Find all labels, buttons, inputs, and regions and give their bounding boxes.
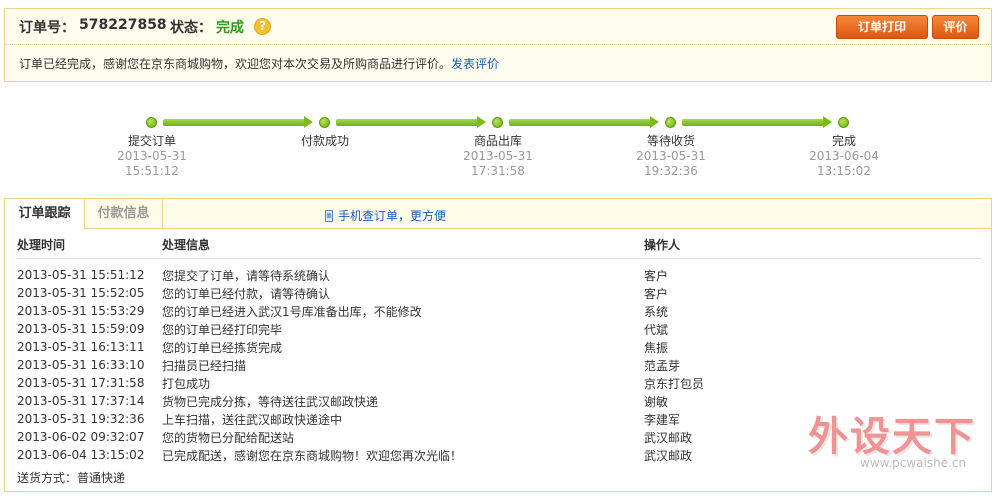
row-info: 您的订单已经进入武汉1号库准备出库，不能修改 [162, 304, 422, 319]
mobile-check-link[interactable]: 手机查订单，更方便 [325, 207, 446, 224]
mobile-check-link-text: 手机查订单，更方便 [338, 209, 447, 223]
table-spacer [17, 258, 981, 266]
row-time: 2013-05-31 16:13:11 [17, 340, 145, 354]
row-operator: 代斌 [644, 322, 669, 337]
step-dot-3 [492, 117, 503, 128]
tab-payment-info[interactable]: 付款信息 [85, 199, 163, 229]
status-message: 订单已经完成，感谢您在京东商城购物，欢迎您对本次交易及所购商品进行评价。发表评价 [19, 55, 499, 72]
row-operator: 焦振 [644, 340, 669, 355]
review-button[interactable]: 评价 [932, 15, 979, 39]
row-time: 2013-05-31 15:51:12 [17, 268, 145, 282]
tracking-table-header: 处理时间 处理信息 操作人 [17, 235, 981, 259]
row-info: 您的货物已分配给配送站 [162, 430, 295, 445]
row-info: 您提交了订单，请等待系统确认 [162, 268, 331, 283]
order-status-box: 订单号： 578227858 状态： 完成 ? 订单打印 评价 订单已经完成，感… [4, 8, 992, 82]
row-operator: 范孟芽 [644, 358, 681, 373]
print-order-button[interactable]: 订单打印 [836, 15, 928, 39]
header-time: 处理时间 [17, 235, 162, 259]
order-progress: 提交订单 2013-05-31 15:51:12 付款成功 商品出库 2013-… [0, 108, 1002, 188]
row-info: 您的订单已经付款，请等待确认 [162, 286, 331, 301]
step-dot-1 [146, 117, 157, 128]
row-time: 2013-05-31 15:59:09 [17, 322, 145, 336]
row-info: 上车扫描，送往武汉邮政快递途中 [162, 412, 343, 427]
row-info: 您的订单已经打印完毕 [162, 322, 283, 337]
step-time: 13:15:02 [817, 164, 871, 178]
mobile-phone-icon [325, 210, 333, 222]
step-name: 等待收货 [646, 134, 695, 148]
watermark-logo: 外设天下 [808, 414, 976, 460]
step-arrow-3 [509, 116, 659, 128]
row-info: 货物已完成分拣，等待送往武汉邮政快递 [162, 394, 379, 409]
step-arrow-4 [682, 116, 832, 128]
step-name: 提交订单 [127, 134, 176, 148]
header-operator: 操作人 [644, 235, 981, 259]
watermark-url: www.pcwaishe.cn [860, 456, 967, 470]
row-info: 扫描员已经扫描 [162, 358, 247, 373]
step-dot-2 [319, 117, 330, 128]
row-info: 您的订单已经拣货完成 [162, 340, 283, 355]
row-time: 2013-05-31 16:33:10 [17, 358, 145, 372]
table-row: 2013-05-31 16:33:10 扫描员已经扫描 范孟芽 [17, 356, 981, 374]
step-time: 15:51:12 [125, 164, 179, 178]
table-row: 2013-05-31 16:13:11 您的订单已经拣货完成 焦振 [17, 338, 981, 356]
step-time: 19:32:36 [644, 164, 698, 178]
row-operator: 系统 [644, 304, 669, 319]
tab-bar: 订单跟踪 付款信息 手机查订单，更方便 [5, 199, 991, 230]
step-time: 17:31:58 [471, 164, 525, 178]
help-icon[interactable]: ? [254, 18, 271, 35]
step-date: 2013-06-04 [809, 149, 879, 163]
row-time: 2013-05-31 17:37:14 [17, 394, 145, 408]
row-operator: 客户 [644, 268, 669, 283]
status-message-text: 订单已经完成，感谢您在京东商城购物，欢迎您对本次交易及所购商品进行评价。 [19, 57, 452, 71]
step-arrow-1 [163, 116, 313, 128]
table-row: 2013-05-31 15:53:29 您的订单已经进入武汉1号库准备出库，不能修… [17, 302, 981, 320]
order-state-value: 完成 [216, 20, 244, 36]
row-time: 2013-06-04 13:15:02 [17, 448, 145, 462]
step-date: 2013-05-31 [463, 149, 533, 163]
row-time: 2013-05-31 15:52:05 [17, 286, 145, 300]
step-name: 商品出库 [473, 134, 522, 148]
step-dot-5 [838, 117, 849, 128]
step-date: 2013-05-31 [636, 149, 706, 163]
order-number: 578227858 [79, 17, 167, 33]
row-operator: 客户 [644, 286, 669, 301]
tab-order-tracking[interactable]: 订单跟踪 [5, 199, 85, 230]
header-info: 处理信息 [162, 235, 644, 259]
order-status-header: 订单号： 578227858 状态： 完成 ? 订单打印 评价 [5, 9, 991, 45]
row-time: 2013-05-31 17:31:58 [17, 376, 145, 390]
table-row: 2013-05-31 15:52:05 您的订单已经付款，请等待确认 客户 [17, 284, 981, 302]
step-date: 2013-05-31 [117, 149, 187, 163]
table-row: 2013-05-31 15:51:12 您提交了订单，请等待系统确认 客户 [17, 266, 981, 284]
watermark: 外设天下 www.pcwaishe.cn [808, 400, 988, 480]
row-time: 2013-05-31 15:53:29 [17, 304, 145, 318]
table-row: 2013-05-31 15:59:09 您的订单已经打印完毕 代斌 [17, 320, 981, 338]
write-review-link[interactable]: 发表评价 [451, 57, 499, 71]
step-dot-4 [665, 117, 676, 128]
step-arrow-2 [336, 116, 486, 128]
step-name: 完成 [831, 134, 856, 148]
row-info: 已完成配送，感谢您在京东商城购物！欢迎您再次光临！ [162, 448, 463, 463]
row-time: 2013-05-31 19:32:36 [17, 412, 145, 426]
row-time: 2013-06-02 09:32:07 [17, 430, 145, 444]
row-info: 打包成功 [162, 376, 211, 391]
shipping-method: 送货方式：普通快递 [17, 471, 126, 485]
table-row: 2013-05-31 17:31:58 打包成功 京东打包员 [17, 374, 981, 392]
order-number-label: 订单号： [19, 20, 75, 36]
order-state-label: 状态： [170, 20, 212, 36]
row-operator: 京东打包员 [644, 376, 705, 391]
step-name: 付款成功 [300, 134, 349, 148]
